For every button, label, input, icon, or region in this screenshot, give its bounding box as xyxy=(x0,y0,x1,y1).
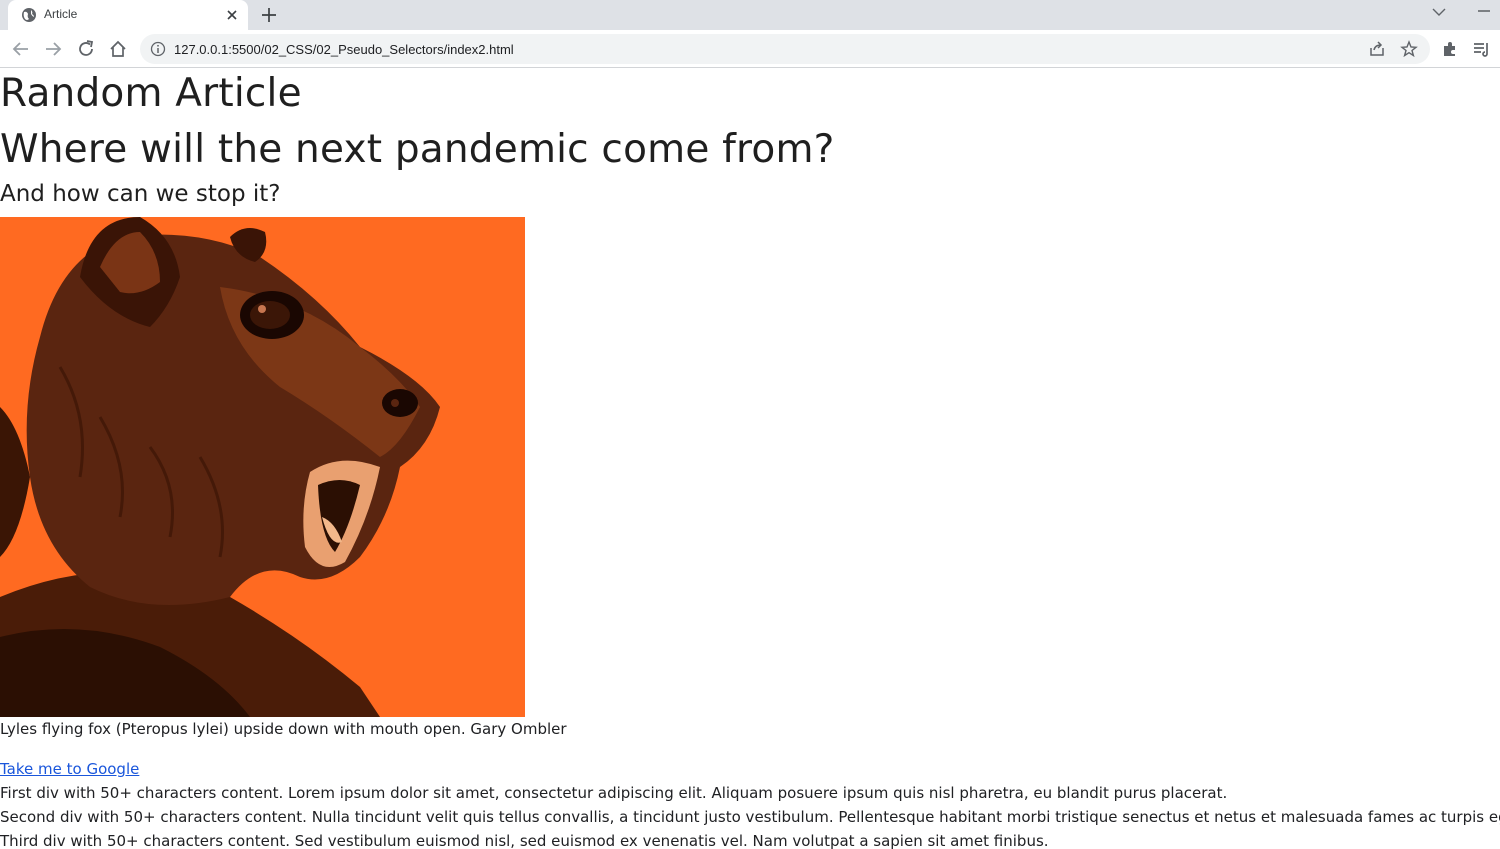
forward-arrow-icon[interactable] xyxy=(43,39,63,59)
close-icon[interactable] xyxy=(224,7,240,23)
bat-photo xyxy=(0,217,525,717)
tab-title: Article xyxy=(44,7,78,21)
home-icon[interactable] xyxy=(108,39,128,59)
page-heading: Random Article xyxy=(0,71,302,116)
back-arrow-icon[interactable] xyxy=(11,39,31,59)
article-subtitle: And how can we stop it? xyxy=(0,181,281,207)
chevron-down-icon[interactable] xyxy=(1430,4,1448,20)
bookmark-star-icon[interactable] xyxy=(1400,40,1418,58)
image-caption: Lyles flying fox (Pteropus lylei) upside… xyxy=(0,720,567,738)
browser-tab[interactable]: Article xyxy=(8,0,248,30)
article-title: Where will the next pandemic come from? xyxy=(0,127,835,172)
extensions-icon[interactable] xyxy=(1440,39,1460,59)
bat-illustration xyxy=(0,217,525,717)
page-viewport: Random Article Where will the next pande… xyxy=(0,69,1500,849)
info-icon[interactable] xyxy=(150,41,166,57)
new-tab-icon[interactable] xyxy=(259,5,279,25)
address-bar[interactable]: 127.0.0.1:5500/02_CSS/02_Pseudo_Selector… xyxy=(140,34,1430,64)
content-div-3: Third div with 50+ characters content. S… xyxy=(0,832,1049,849)
content-div-2: Second div with 50+ characters content. … xyxy=(0,808,1500,826)
minimize-icon[interactable] xyxy=(1476,4,1492,18)
url-text[interactable]: 127.0.0.1:5500/02_CSS/02_Pseudo_Selector… xyxy=(174,42,514,57)
reload-icon[interactable] xyxy=(76,39,96,59)
reading-list-icon[interactable] xyxy=(1472,39,1492,59)
share-icon[interactable] xyxy=(1368,40,1386,58)
content-div-1: First div with 50+ characters content. L… xyxy=(0,784,1228,802)
browser-toolbar: 127.0.0.1:5500/02_CSS/02_Pseudo_Selector… xyxy=(0,30,1500,68)
tab-strip: Article xyxy=(0,0,1500,30)
google-link[interactable]: Take me to Google xyxy=(0,760,139,778)
globe-icon xyxy=(22,8,36,22)
